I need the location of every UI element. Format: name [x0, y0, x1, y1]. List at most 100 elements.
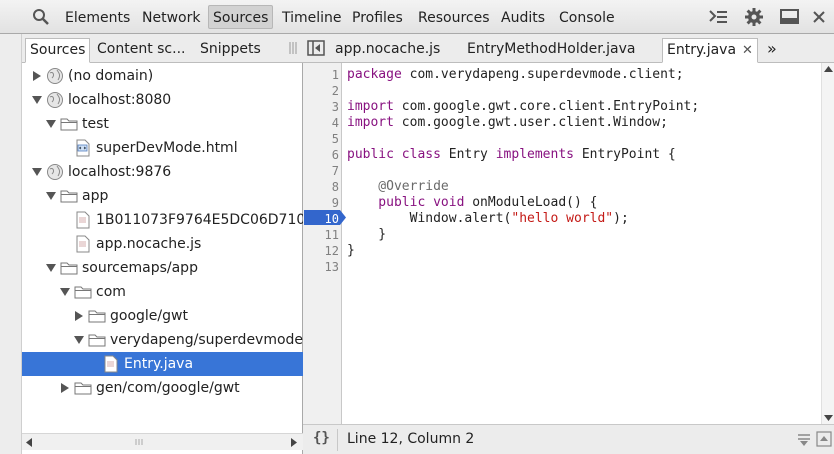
tree-item[interactable]: gen/com/google/gwt	[22, 376, 303, 400]
navigator-tab-snippets[interactable]: Snippets	[200, 38, 261, 60]
line-number[interactable]: 5	[303, 131, 339, 147]
navigator-tab-content-scripts[interactable]: Content sc...	[97, 38, 185, 60]
search-icon[interactable]	[32, 8, 50, 26]
toggle-debugger-icon[interactable]	[816, 431, 832, 447]
tree-item-label: google/gwt	[110, 308, 188, 324]
tree-item[interactable]: superDevMode.html	[22, 136, 303, 160]
triangle-right-icon[interactable]	[32, 71, 42, 81]
code-text: );	[613, 211, 629, 226]
code-line-10: Window.alert("hello world");	[347, 211, 629, 227]
tree-item[interactable]: localhost:9876	[22, 160, 303, 184]
line-number[interactable]: 4	[303, 115, 339, 131]
line-number[interactable]: 9	[303, 195, 339, 211]
close-tab-icon[interactable]: ✕	[742, 43, 753, 58]
tab-timeline[interactable]: Timeline	[282, 6, 342, 30]
devtools-toolbar: Elements Network Sources Timeline Profil…	[0, 0, 834, 34]
navigator-tab-sources[interactable]: Sources	[25, 38, 91, 63]
tab-audits[interactable]: Audits	[501, 6, 545, 30]
tree-item[interactable]: verydapeng/superdevmode	[22, 328, 303, 352]
tree-item[interactable]: (no domain)	[22, 64, 303, 88]
triangle-down-icon[interactable]	[32, 95, 42, 105]
line-number[interactable]: 1	[303, 67, 339, 83]
code-text: Entry	[440, 147, 496, 162]
code-line-11: }	[347, 227, 387, 242]
scroll-track[interactable]	[36, 436, 284, 448]
code-line-6: public class Entry implements EntryPoint…	[347, 147, 676, 163]
editor-tab-entry-java[interactable]: Entry.java ✕	[662, 38, 758, 63]
line-number[interactable]: 11	[303, 227, 339, 243]
triangle-down-icon[interactable]	[32, 167, 42, 177]
code-line-3: import com.google.gwt.core.client.EntryP…	[347, 99, 699, 115]
triangle-down-icon[interactable]	[60, 287, 70, 297]
scroll-right-icon[interactable]	[290, 438, 298, 447]
close-icon[interactable]	[810, 7, 828, 27]
tab-console[interactable]: Console	[559, 6, 615, 30]
editor-status-bar: {} Line 12, Column 2	[303, 424, 834, 454]
code-keyword: import	[347, 99, 394, 114]
line-number[interactable]: 13	[303, 259, 339, 275]
triangle-right-icon[interactable]	[74, 311, 84, 321]
triangle-down-icon[interactable]	[46, 191, 56, 201]
line-number[interactable]: 12	[303, 243, 339, 259]
tree-item[interactable]: app.nocache.js	[22, 232, 303, 256]
tree-item[interactable]: Entry.java	[22, 352, 303, 376]
scroll-left-icon[interactable]	[25, 438, 33, 447]
triangle-down-icon[interactable]	[46, 119, 56, 129]
globe-icon	[47, 164, 63, 180]
line-number[interactable]: 2	[303, 83, 339, 99]
tree-item-label: com	[96, 284, 126, 300]
line-number[interactable]: 10	[303, 211, 339, 227]
pretty-print-button[interactable]: {}	[313, 430, 330, 446]
triangle-down-icon[interactable]	[74, 335, 84, 345]
scroll-up-icon[interactable]	[824, 65, 833, 73]
more-tabs-button[interactable]: »	[767, 38, 777, 60]
navigator-tabs: Sources Content sc... Snippets	[22, 34, 303, 63]
file-tree: (no domain) localhost:8080 test superDevMod…	[22, 63, 303, 433]
status-divider	[337, 429, 338, 451]
tree-item[interactable]: sourcemaps/app	[22, 256, 303, 280]
folder-icon	[88, 334, 106, 347]
tree-item[interactable]: test	[22, 112, 303, 136]
editor-tab-entrymethodholder[interactable]: EntryMethodHolder.java	[467, 38, 636, 60]
tab-network[interactable]: Network	[142, 6, 200, 30]
tab-elements[interactable]: Elements	[65, 6, 130, 30]
toggle-navigator-icon[interactable]	[307, 40, 325, 56]
navigator-horizontal-scrollbar[interactable]	[22, 433, 303, 450]
html-file-icon	[76, 139, 90, 157]
scroll-down-icon[interactable]	[824, 414, 833, 422]
tab-profiles[interactable]: Profiles	[352, 6, 403, 30]
folder-icon	[60, 190, 78, 203]
tree-item-label: localhost:8080	[68, 92, 172, 108]
gear-icon[interactable]	[743, 7, 765, 27]
tree-item-label: localhost:9876	[68, 164, 172, 180]
grip-icon[interactable]	[288, 42, 298, 54]
editor-tabs: app.nocache.js EntryMethodHolder.java En…	[303, 34, 834, 63]
dock-icon[interactable]	[779, 7, 801, 27]
line-number[interactable]: 7	[303, 163, 339, 179]
tree-item-label: gen/com/google/gwt	[96, 380, 240, 396]
line-number[interactable]: 3	[303, 99, 339, 115]
code-text: com.google.gwt.core.client.EntryPoint;	[393, 99, 700, 114]
code-line-4: import com.google.gwt.user.client.Window…	[347, 115, 668, 131]
tree-item[interactable]: google/gwt	[22, 304, 303, 328]
tab-sources[interactable]: Sources	[208, 5, 274, 29]
tree-item[interactable]: com	[22, 280, 303, 304]
line-gutter[interactable]: 1 2 3 4 5 6 7 8 9 10 11 12 13	[303, 63, 346, 424]
tab-resources[interactable]: Resources	[418, 6, 490, 30]
list-icon[interactable]	[796, 431, 812, 447]
triangle-right-icon[interactable]	[60, 383, 70, 393]
line-number[interactable]: 8	[303, 179, 339, 195]
code-editor[interactable]: 1 2 3 4 5 6 7 8 9 10 11 12 13 package com.verydapeng…	[303, 63, 834, 424]
console-drawer-icon[interactable]	[707, 7, 729, 27]
tree-item-label: app	[82, 188, 109, 204]
editor-vertical-scrollbar[interactable]	[821, 63, 834, 424]
tree-item[interactable]: 1B011073F9764E5DC06D710F	[22, 208, 303, 232]
java-file-icon	[104, 355, 118, 373]
tree-item-label: Entry.java	[124, 356, 194, 372]
line-number[interactable]: 6	[303, 147, 339, 163]
tree-item[interactable]: app	[22, 184, 303, 208]
editor-tab-app-nocache[interactable]: app.nocache.js	[335, 38, 440, 60]
triangle-down-icon[interactable]	[46, 263, 56, 273]
folder-icon	[88, 310, 106, 323]
tree-item[interactable]: localhost:8080	[22, 88, 303, 112]
